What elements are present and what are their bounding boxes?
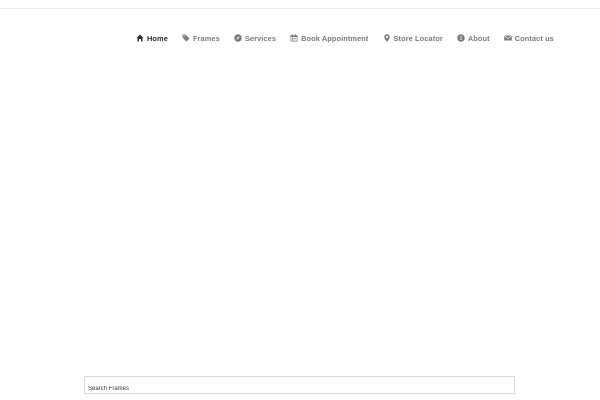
nav-item-label: About bbox=[467, 33, 490, 43]
search-box bbox=[84, 376, 515, 397]
nav-item-label: Home bbox=[147, 33, 168, 43]
home-icon bbox=[136, 34, 144, 42]
compass-icon bbox=[234, 34, 242, 42]
search-frames-input[interactable] bbox=[85, 381, 514, 397]
top-divider bbox=[0, 8, 600, 9]
nav-item-label: Services bbox=[244, 33, 277, 43]
nav-item-services[interactable]: Services bbox=[234, 34, 276, 43]
main-navigation: Home Frames Services Book Appointment St… bbox=[136, 31, 554, 45]
nav-item-label: Contact us bbox=[514, 33, 554, 43]
page: Home Frames Services Book Appointment St… bbox=[0, 0, 600, 400]
nav-item-label: Store Locator bbox=[393, 33, 443, 43]
nav-item-label: Frames bbox=[192, 33, 220, 43]
nav-item-frames[interactable]: Frames bbox=[182, 34, 220, 43]
nav-item-home[interactable]: Home bbox=[136, 34, 168, 43]
nav-item-about[interactable]: About bbox=[457, 34, 490, 43]
envelope-icon bbox=[503, 34, 512, 42]
tag-icon bbox=[182, 34, 190, 42]
calendar-icon bbox=[290, 34, 298, 42]
nav-item-contact-us[interactable]: Contact us bbox=[503, 33, 554, 43]
map-marker-icon bbox=[383, 34, 391, 42]
nav-item-book-appointment[interactable]: Book Appointment bbox=[290, 34, 368, 43]
info-icon bbox=[457, 34, 465, 42]
nav-item-store-locator[interactable]: Store Locator bbox=[383, 34, 443, 43]
nav-item-label: Book Appointment bbox=[301, 33, 369, 43]
